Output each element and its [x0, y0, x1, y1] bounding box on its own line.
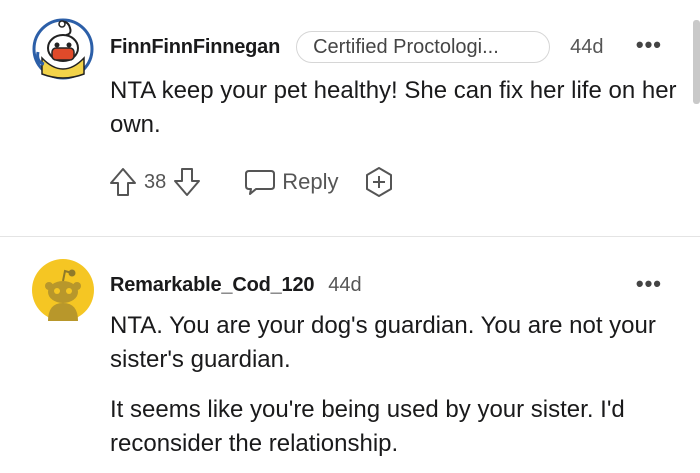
- username[interactable]: FinnFinnFinnegan: [110, 36, 280, 59]
- upvote-arrow-icon: [110, 168, 136, 196]
- scrollbar[interactable]: [693, 20, 700, 104]
- comment-body: NTA. You are your dog's guardian. You ar…: [110, 309, 680, 377]
- username[interactable]: Remarkable_Cod_120: [110, 274, 314, 297]
- reply-label: Reply: [282, 169, 339, 194]
- comment: Remarkable_Cod_120 44d ••• NTA. You are …: [0, 237, 700, 473]
- downvote-arrow-icon: [174, 168, 201, 196]
- more-options-button[interactable]: •••: [636, 32, 662, 58]
- comment-paragraph: NTA keep your pet healthy! She can fix h…: [110, 77, 677, 138]
- snoo-default-avatar-icon: [32, 259, 94, 321]
- vote-controls: 38: [108, 166, 202, 198]
- comment-age: 44d: [328, 273, 362, 296]
- vote-count: 38: [144, 170, 167, 193]
- comment-actions: 38 Reply: [108, 164, 395, 200]
- comment-body: It seems like you're being used by your …: [110, 393, 680, 461]
- user-avatar[interactable]: [32, 18, 94, 80]
- upvote-button[interactable]: [108, 166, 138, 198]
- user-avatar[interactable]: [32, 259, 94, 321]
- more-options-button[interactable]: •••: [636, 271, 662, 297]
- reply-button[interactable]: Reply: [244, 167, 339, 197]
- user-flair: Certified Proctologi...: [296, 31, 551, 63]
- downvote-button[interactable]: [172, 166, 202, 198]
- comment-age: 44d: [570, 35, 604, 58]
- speech-bubble-icon: [245, 170, 276, 195]
- comment: FinnFinnFinnegan Certified Proctologi...…: [0, 0, 700, 236]
- comment-paragraph: NTA. You are your dog's guardian. You ar…: [110, 312, 656, 373]
- comment-meta: Remarkable_Cod_120 44d: [110, 273, 362, 297]
- comment-meta: FinnFinnFinnegan Certified Proctologi...…: [110, 30, 603, 64]
- comment-body: NTA keep your pet healthy! She can fix h…: [110, 74, 680, 142]
- give-award-button[interactable]: [363, 166, 395, 198]
- snoo-custom-avatar-icon: [32, 18, 94, 80]
- comment-paragraph: It seems like you're being used by your …: [110, 396, 625, 457]
- award-plus-icon: [365, 167, 392, 197]
